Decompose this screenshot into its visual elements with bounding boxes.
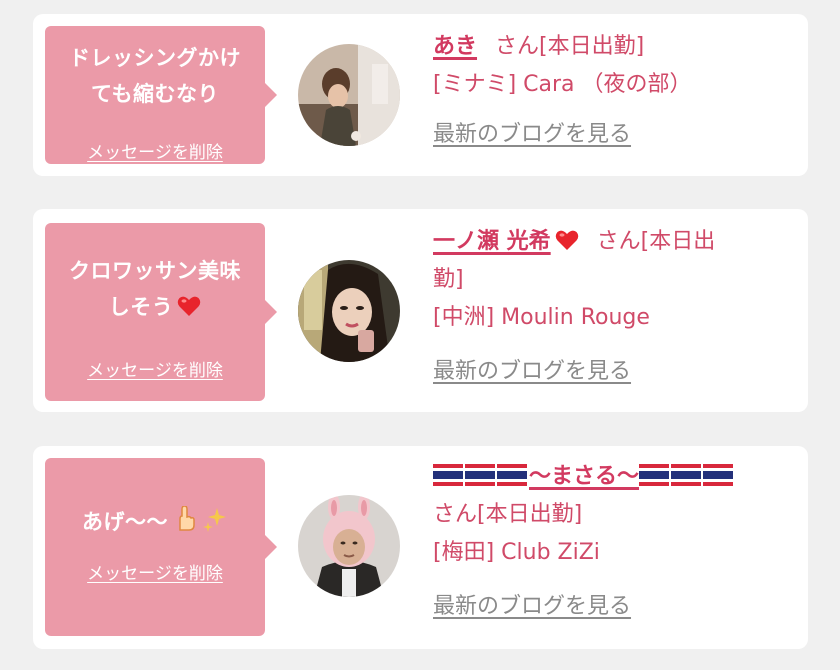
delete-message-link[interactable]: メッセージを削除 [45,559,265,584]
latest-blog-link[interactable]: 最新のブログを見る [433,588,631,626]
thailand-flag-icon [497,464,527,486]
avatar-photo-icon [298,44,400,146]
cast-name-link[interactable]: 〜まさる〜 [433,464,735,489]
shop-name: [中洲] Moulin Rouge [433,305,650,330]
latest-blog-link[interactable]: 最新のブログを見る [433,116,631,154]
avatar[interactable] [298,44,400,146]
cast-name-link[interactable]: 一ノ瀬 光希 [433,229,579,254]
avatar-photo-icon [298,260,400,362]
heart-icon [178,296,201,316]
message-bubble: あげ〜〜 メッセージを削除 [45,458,277,636]
cast-info: 〜まさる〜 さん[本日出勤] [梅田] Club ZiZi 最新のブログを見る [433,458,794,626]
message-card: クロワッサン美味 しそう メッセージを削除 一ノ瀬 光希 さん[本日出 勤] [中… [33,209,808,412]
sparkles-icon [203,508,226,532]
avatar-photo-icon [298,495,400,597]
thailand-flag-icon [703,464,734,486]
thailand-flag-icon [671,464,702,486]
message-card: ドレッシングかけ ても縮むなり メッセージを削除 あき さん[本日出勤] [ミナミ… [33,14,808,176]
thailand-flag-icon [639,464,670,486]
latest-blog-link[interactable]: 最新のブログを見る [433,353,631,391]
cast-status: さん[本日出勤] [433,502,583,527]
message-text: ドレッシングかけ ても縮むなり [69,46,241,106]
message-text: クロワッサン美味 しそう [69,259,241,319]
message-text: あげ〜〜 [53,504,257,540]
message-bubble: クロワッサン美味 しそう メッセージを削除 [45,223,277,401]
shop-name: [ミナミ] Cara （夜の部） [433,72,692,97]
avatar[interactable] [298,495,400,597]
cast-info: 一ノ瀬 光希 さん[本日出 勤] [中洲] Moulin Rouge 最新のブログ… [433,223,794,391]
delete-message-link[interactable]: メッセージを削除 [45,138,265,163]
cast-name-link[interactable]: あき [433,34,477,59]
message-bubble: ドレッシングかけ ても縮むなり メッセージを削除 [45,26,277,164]
cast-status: さん[本日出勤] [495,34,645,59]
shop-name: [梅田] Club ZiZi [433,540,600,565]
heart-icon [555,230,578,250]
cast-info: あき さん[本日出勤] [ミナミ] Cara （夜の部） 最新のブログを見る [433,28,794,154]
cast-status: さん[本日出 [596,229,716,254]
message-card: あげ〜〜 メッセージを削除 〜まさる〜 さん[本日出勤] [梅田] Club Z… [33,446,808,649]
cast-status-cont: 勤] [433,267,464,292]
pointing-hand-icon [179,506,195,531]
delete-message-link[interactable]: メッセージを削除 [45,356,265,381]
avatar[interactable] [298,260,400,362]
thailand-flag-icon [465,464,495,486]
thailand-flag-icon [433,464,463,486]
